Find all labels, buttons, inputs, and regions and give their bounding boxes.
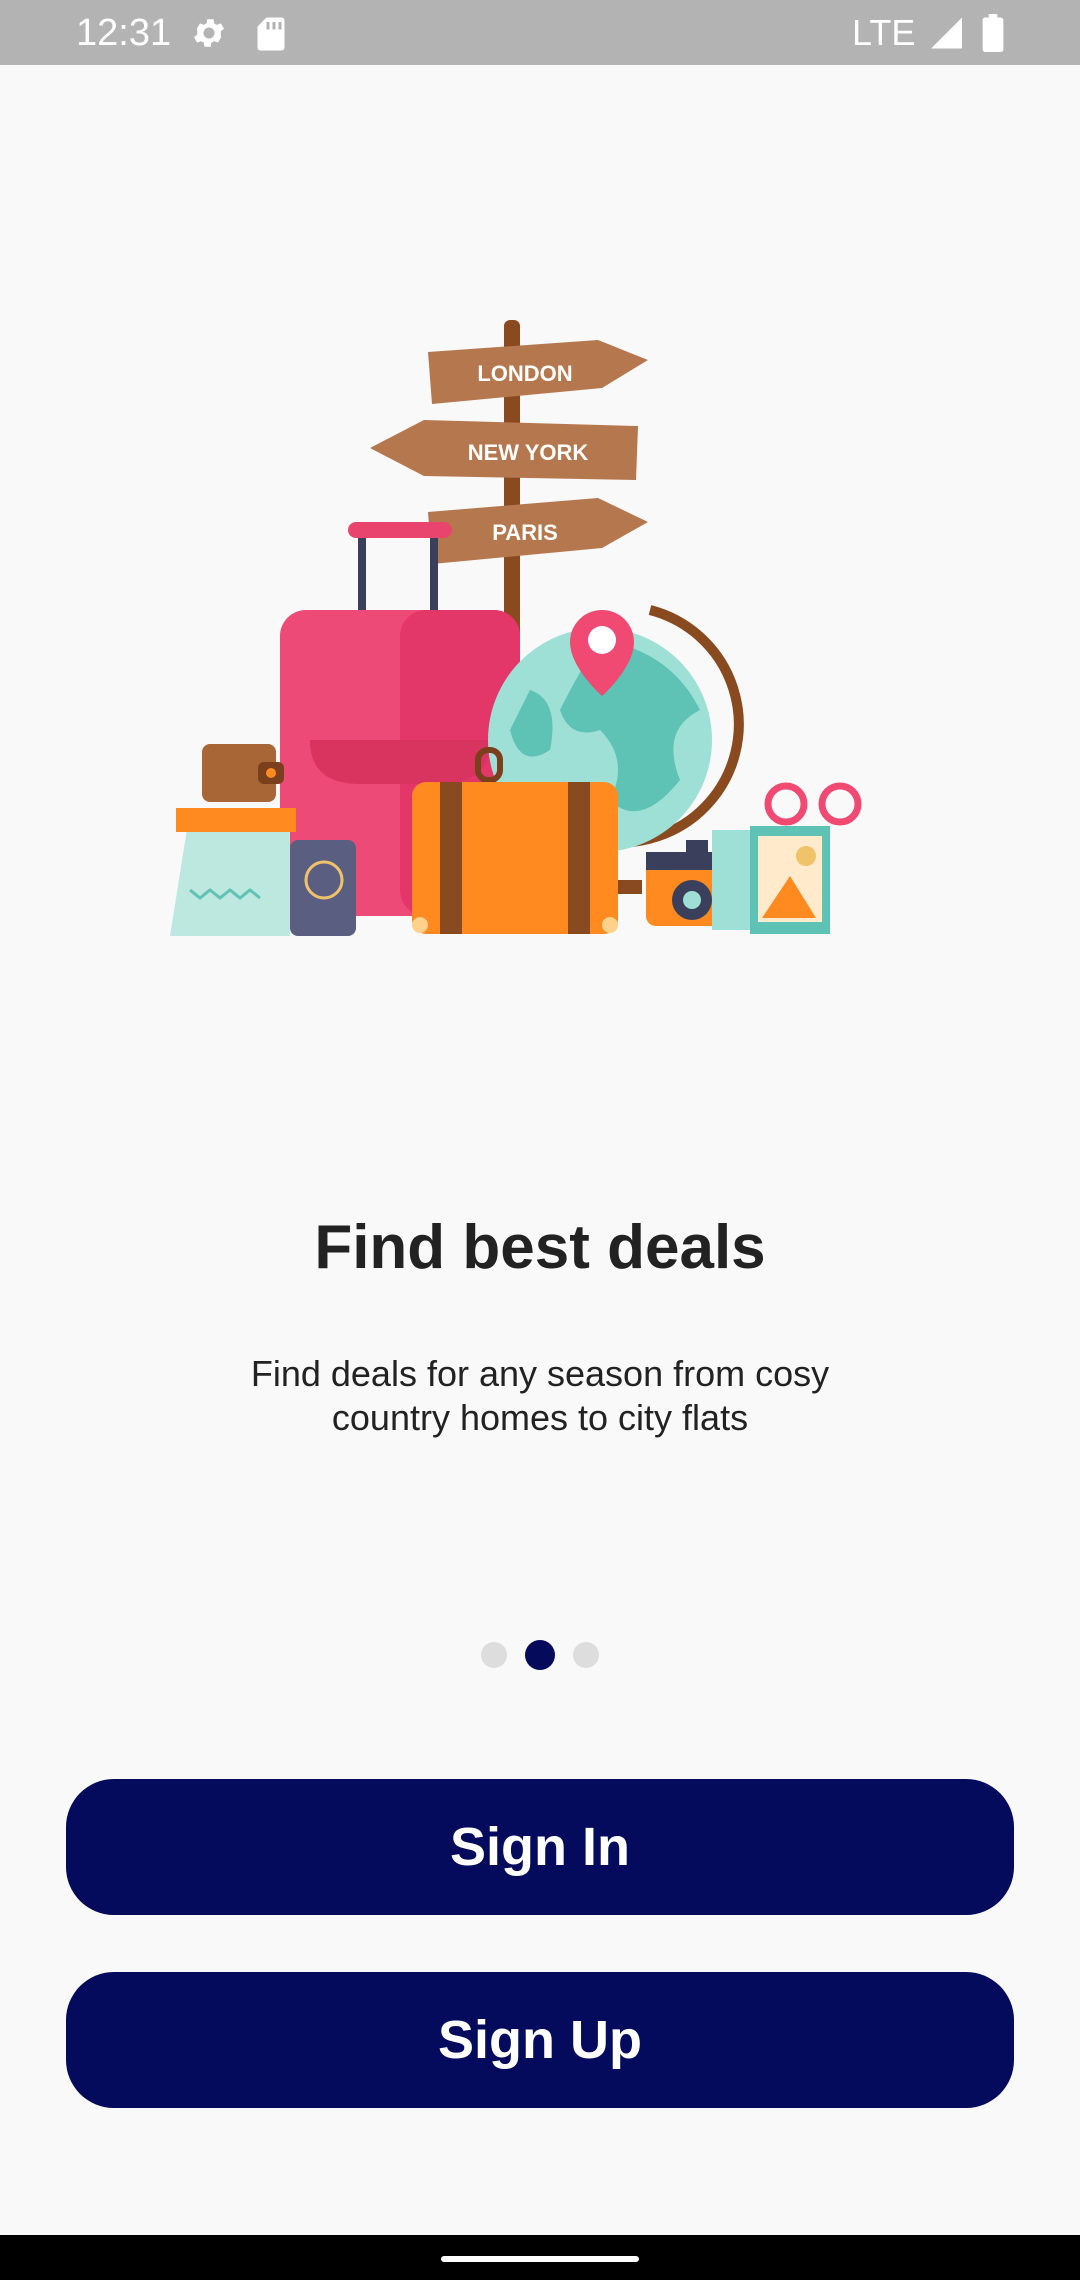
sign-up-button[interactable]: Sign Up <box>66 1972 1014 2108</box>
sd-card-icon <box>257 17 285 51</box>
page-dot-1[interactable] <box>480 1642 507 1668</box>
battery-icon <box>982 14 1004 52</box>
gear-icon <box>193 19 225 47</box>
navigation-bar <box>0 2235 1080 2280</box>
page-indicator <box>0 1640 1080 1670</box>
page-dot-3[interactable] <box>573 1642 600 1668</box>
home-gesture-handle[interactable] <box>441 2256 639 2262</box>
status-bar: 12:31 LTE <box>0 0 1080 65</box>
signpost-paris: PARIS <box>492 520 558 545</box>
signpost-new-york: NEW YORK <box>468 440 589 465</box>
status-time: 12:31 <box>76 12 172 54</box>
sign-in-button[interactable]: Sign In <box>66 1779 1014 1915</box>
network-type: LTE <box>852 12 916 53</box>
onboarding-description: Find deals for any season from cosy coun… <box>250 1353 830 1438</box>
onboarding-title: Find best deals <box>314 1213 766 1282</box>
page-dot-2[interactable] <box>525 1640 555 1670</box>
travel-illustration: LONDON NEW YORK PARIS <box>170 320 862 936</box>
signpost-london: LONDON <box>477 361 572 386</box>
signal-icon <box>931 17 962 49</box>
